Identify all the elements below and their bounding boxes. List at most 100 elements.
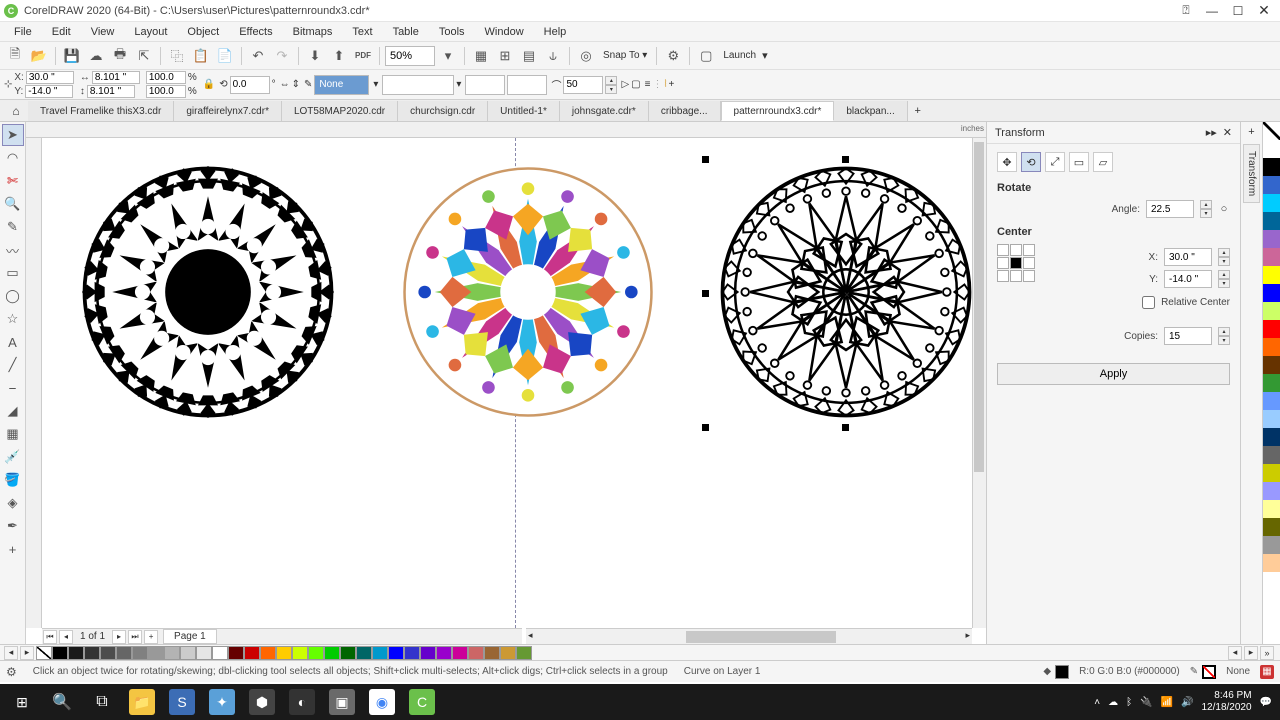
color-swatch[interactable] bbox=[1263, 266, 1280, 284]
first-page-button[interactable]: ⏮ bbox=[43, 630, 57, 644]
launch-icon[interactable]: ▢ bbox=[695, 45, 717, 67]
align-icon[interactable]: ≡ bbox=[645, 79, 651, 90]
color-swatch[interactable] bbox=[1263, 158, 1280, 176]
menu-tools[interactable]: Tools bbox=[429, 24, 475, 40]
height-input[interactable] bbox=[87, 85, 135, 98]
zoom-dropdown-icon[interactable]: ▾ bbox=[437, 45, 459, 67]
color-swatch[interactable] bbox=[500, 646, 516, 660]
order-icon[interactable]: ⋮ bbox=[652, 79, 662, 90]
parallel-dim-icon[interactable]: ╱ bbox=[2, 354, 24, 376]
connector-icon[interactable]: ⎯ bbox=[2, 377, 24, 399]
transform-tab[interactable]: Transform bbox=[1243, 144, 1260, 203]
color-swatch[interactable] bbox=[1263, 374, 1280, 392]
anchor-grid[interactable] bbox=[997, 244, 1035, 282]
color-swatch[interactable] bbox=[52, 646, 68, 660]
menu-layout[interactable]: Layout bbox=[124, 24, 177, 40]
chrome-icon[interactable]: ◉ bbox=[362, 684, 402, 720]
tray-power-icon[interactable]: 🔌 bbox=[1140, 697, 1152, 708]
color-swatch[interactable] bbox=[1263, 356, 1280, 374]
print-icon[interactable]: 🖶 bbox=[109, 45, 131, 67]
menu-edit[interactable]: Edit bbox=[42, 24, 81, 40]
more-tools-icon[interactable]: + bbox=[2, 538, 24, 560]
status-hints-icon[interactable]: ▦ bbox=[1260, 665, 1274, 679]
color-swatch[interactable] bbox=[388, 646, 404, 660]
color-swatch[interactable] bbox=[212, 646, 228, 660]
doc-tab[interactable]: Untitled-1* bbox=[488, 101, 560, 121]
selection-handle[interactable] bbox=[702, 290, 709, 297]
menu-help[interactable]: Help bbox=[534, 24, 577, 40]
options-icon[interactable]: ⚙ bbox=[662, 45, 684, 67]
palette-menu-icon[interactable]: ▸ bbox=[20, 646, 34, 660]
menu-effects[interactable]: Effects bbox=[229, 24, 282, 40]
transparency-icon[interactable]: ▦ bbox=[2, 423, 24, 445]
apply-button[interactable]: Apply bbox=[997, 363, 1230, 385]
color-swatch[interactable] bbox=[1263, 248, 1280, 266]
clipboard-icon[interactable]: 📄 bbox=[214, 45, 236, 67]
tray-bluetooth-icon[interactable]: ᛒ bbox=[1126, 697, 1132, 708]
close-curve-icon[interactable]: ⌒ bbox=[551, 77, 561, 92]
launch-dropdown[interactable]: Launch bbox=[719, 50, 760, 61]
tolerance-input[interactable] bbox=[563, 76, 603, 94]
tray-onedrive-icon[interactable]: ☁ bbox=[1108, 697, 1118, 708]
color-swatch[interactable] bbox=[484, 646, 500, 660]
color-swatch[interactable] bbox=[468, 646, 484, 660]
color-swatch[interactable] bbox=[132, 646, 148, 660]
center-x-input[interactable] bbox=[1164, 248, 1212, 266]
color-swatch[interactable] bbox=[1263, 176, 1280, 194]
selection-handle[interactable] bbox=[842, 156, 849, 163]
color-swatch[interactable] bbox=[68, 646, 84, 660]
color-swatch[interactable] bbox=[148, 646, 164, 660]
line-style-combo[interactable] bbox=[382, 75, 454, 95]
color-swatch[interactable] bbox=[340, 646, 356, 660]
mandala-colored[interactable] bbox=[402, 166, 654, 418]
drop-shadow-icon[interactable]: ◢ bbox=[2, 400, 24, 422]
selection-handle[interactable] bbox=[842, 424, 849, 431]
scale-y-input[interactable] bbox=[146, 85, 186, 98]
spin-down-icon[interactable]: ▾ bbox=[605, 85, 617, 94]
copies-up-icon[interactable]: ▴ bbox=[1218, 327, 1230, 336]
color-swatch[interactable] bbox=[1263, 410, 1280, 428]
drawing-canvas[interactable]: × bbox=[42, 138, 986, 628]
taskbar-app-3[interactable]: ⬢ bbox=[242, 684, 282, 720]
color-swatch[interactable] bbox=[1263, 464, 1280, 482]
rectangle-tool-icon[interactable]: ▭ bbox=[2, 262, 24, 284]
start-button[interactable]: ⊞ bbox=[2, 684, 42, 720]
color-swatch[interactable] bbox=[1263, 518, 1280, 536]
color-swatch[interactable] bbox=[244, 646, 260, 660]
palette-scroll-left-icon[interactable]: ◂ bbox=[1228, 646, 1242, 660]
copies-down-icon[interactable]: ▾ bbox=[1218, 336, 1230, 345]
palette-expand-icon[interactable]: » bbox=[1260, 646, 1274, 660]
fullscreen-icon[interactable]: ▦ bbox=[470, 45, 492, 67]
color-swatch[interactable] bbox=[1263, 428, 1280, 446]
notifications-icon[interactable]: 💬 bbox=[1260, 697, 1272, 708]
menu-object[interactable]: Object bbox=[177, 24, 229, 40]
transform-skew-icon[interactable]: ▱ bbox=[1093, 152, 1113, 172]
taskbar-app-5[interactable]: ▣ bbox=[322, 684, 362, 720]
selection-handle[interactable] bbox=[702, 156, 709, 163]
export-icon[interactable]: ⇱ bbox=[133, 45, 155, 67]
color-swatch[interactable] bbox=[436, 646, 452, 660]
color-swatch[interactable] bbox=[196, 646, 212, 660]
color-swatch[interactable] bbox=[1263, 536, 1280, 554]
next-page-button[interactable]: ▸ bbox=[112, 630, 126, 644]
coreldraw-taskbar-icon[interactable]: C bbox=[402, 684, 442, 720]
doc-tab[interactable]: johnsgate.cdr* bbox=[560, 101, 649, 121]
add-docker-icon[interactable]: + bbox=[1248, 126, 1254, 138]
doc-tab[interactable]: blackpan... bbox=[834, 101, 907, 121]
snap-icon[interactable]: ⫝ bbox=[542, 45, 564, 67]
color-swatch[interactable] bbox=[420, 646, 436, 660]
color-swatch[interactable] bbox=[1263, 212, 1280, 230]
taskbar-app-2[interactable]: ✦ bbox=[202, 684, 242, 720]
prev-page-button[interactable]: ◂ bbox=[59, 630, 73, 644]
file-explorer-icon[interactable]: 📁 bbox=[122, 684, 162, 720]
freehand-tool-icon[interactable]: ✎ bbox=[2, 216, 24, 238]
color-swatch[interactable] bbox=[116, 646, 132, 660]
new-icon[interactable]: 🗎 bbox=[4, 45, 26, 67]
color-swatch[interactable] bbox=[228, 646, 244, 660]
artistic-media-icon[interactable]: 〰 bbox=[2, 239, 24, 261]
grid-icon[interactable]: ⊞ bbox=[494, 45, 516, 67]
tray-wifi-icon[interactable]: 📶 bbox=[1161, 697, 1173, 708]
zoom-tool-icon[interactable]: 🔍 bbox=[2, 193, 24, 215]
snap-to-icon[interactable]: ◎ bbox=[575, 45, 597, 67]
menu-table[interactable]: Table bbox=[383, 24, 429, 40]
